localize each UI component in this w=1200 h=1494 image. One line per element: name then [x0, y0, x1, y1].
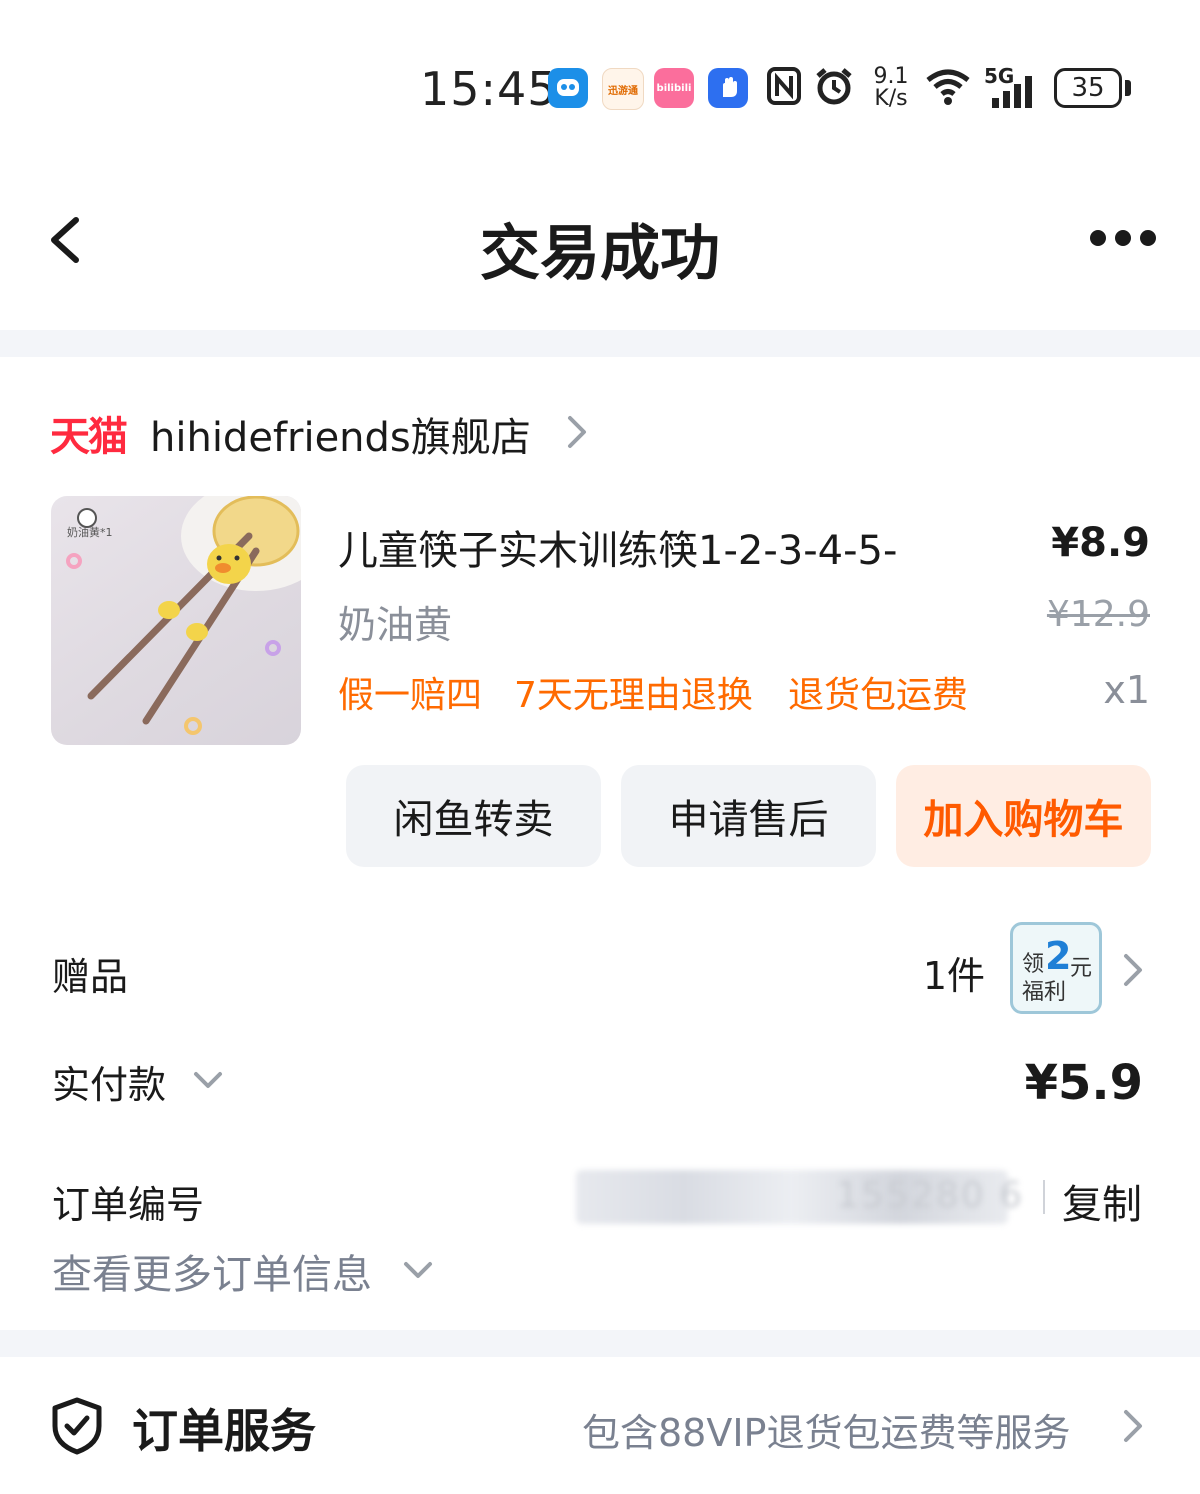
page-title: 交易成功	[480, 219, 720, 289]
robot-app-icon	[548, 68, 588, 108]
battery-indicator: 35	[1054, 68, 1122, 108]
order-number-label: 订单编号	[52, 1183, 205, 1227]
order-number-value: 155280 6	[836, 1175, 1024, 1216]
battery-level: 35	[1071, 73, 1105, 103]
battery-nub	[1125, 80, 1131, 96]
paid-amount-label[interactable]: 实付款	[52, 1054, 166, 1109]
copy-order-number-button[interactable]: 复制	[1062, 1172, 1142, 1230]
network-speed-unit: K/s	[874, 86, 908, 111]
copy-divider	[1043, 1180, 1045, 1214]
network-speed: 9.1 K/s	[872, 66, 910, 110]
more-options-icon[interactable]	[1090, 230, 1160, 250]
order-service-title: 订单服务	[132, 1404, 316, 1458]
network-speed-value: 9.1	[873, 64, 909, 89]
bilibili-app-icon: bilibili	[654, 68, 694, 108]
product-variant: 奶油黄	[338, 603, 453, 647]
nfc-icon	[766, 66, 802, 115]
wifi-icon	[924, 66, 972, 117]
hand-app-icon	[708, 68, 748, 108]
shop-chevron-right-icon[interactable]	[562, 412, 592, 452]
tmall-logo: 天猫	[50, 414, 128, 460]
add-to-cart-button[interactable]: 加入购物车	[896, 765, 1151, 867]
more-info-chevron-down-icon[interactable]	[400, 1254, 436, 1284]
gift-thumb-text-fuli: 福利	[1022, 980, 1067, 1005]
return-shipping-tag: 退货包运费	[788, 675, 969, 716]
fake-compensation-tag: 假一赔四	[338, 675, 483, 716]
gift-chevron-right-icon[interactable]	[1120, 950, 1146, 990]
order-service-description[interactable]: 包含88VIP退货包运费等服务	[582, 1402, 1070, 1457]
shield-check-icon	[50, 1396, 104, 1456]
product-quantity: x1	[1103, 668, 1150, 712]
paid-amount-value: ¥5.9	[1024, 1055, 1143, 1111]
after-sales-button[interactable]: 申请售后	[621, 765, 876, 867]
gift-thumb-number: 2	[1045, 934, 1072, 978]
product-image[interactable]: 奶油黄*1	[51, 496, 301, 745]
original-price: ¥12.9	[1046, 594, 1150, 635]
seven-day-return-tag: 7天无理由退换	[514, 675, 753, 716]
gift-label: 赠品	[52, 955, 129, 999]
resell-button[interactable]: 闲鱼转卖	[346, 765, 601, 867]
paid-expand-chevron-down-icon[interactable]	[190, 1064, 226, 1094]
product-image-label: 奶油黄*1	[67, 526, 113, 539]
gift-count[interactable]: 1件	[900, 945, 985, 1000]
service-chevron-right-icon[interactable]	[1120, 1406, 1146, 1446]
product-title[interactable]: 儿童筷子实木训练筷1-2-3-4-5-	[338, 518, 897, 576]
xunyoutong-app-icon: 迅游通	[602, 68, 644, 110]
alarm-icon	[814, 66, 854, 115]
xunyoutong-app-label: 迅游通	[608, 85, 638, 97]
cellular-signal-icon	[990, 74, 1042, 117]
more-order-info-link[interactable]: 查看更多订单信息	[52, 1242, 372, 1300]
status-time: 15:45	[420, 62, 558, 116]
product-price: ¥8.9	[1051, 520, 1150, 566]
gift-thumb-unit: 元	[1070, 956, 1093, 981]
bilibili-app-label: bilibili	[656, 82, 692, 94]
shop-name-link[interactable]: hihidefriends旗舰店	[150, 405, 531, 463]
